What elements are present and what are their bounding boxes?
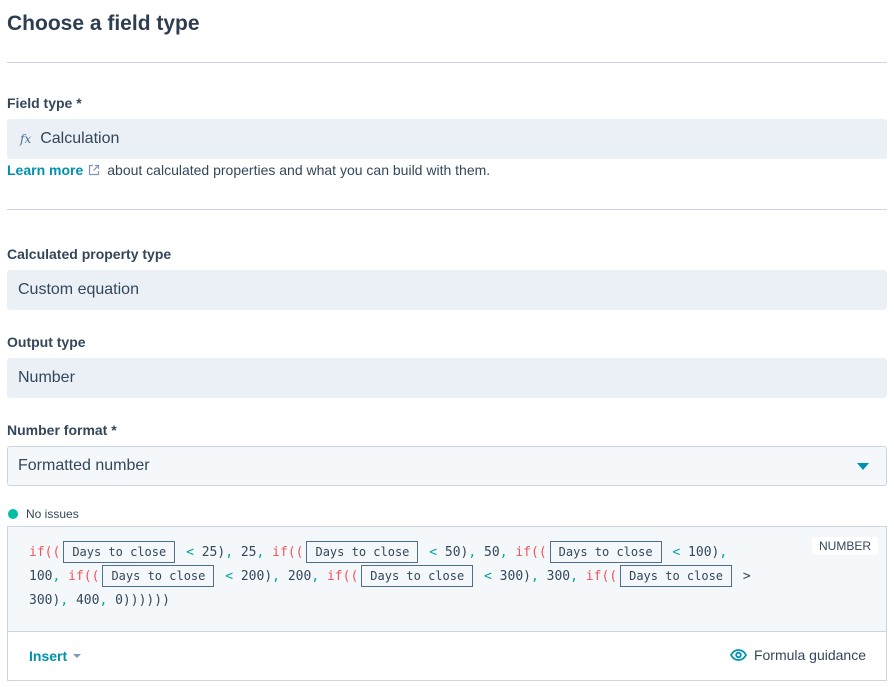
insert-label: Insert xyxy=(29,648,68,664)
formula-comma: , xyxy=(52,569,61,584)
formula-footer: Insert Formula guidance xyxy=(7,631,887,681)
property-token[interactable]: Days to close xyxy=(102,565,215,587)
fx-icon: fx xyxy=(20,132,32,146)
status-dot-icon xyxy=(8,509,18,519)
calculated-property-type-field[interactable]: Custom equation xyxy=(7,270,887,310)
formula-text: 400 xyxy=(68,593,100,608)
formula-text: 100 xyxy=(29,569,53,584)
formula-comma: , xyxy=(719,545,728,560)
formula-guidance-button[interactable]: Formula guidance xyxy=(729,647,866,663)
helper-text: about calculated properties and what you… xyxy=(107,162,491,178)
number-format-select[interactable]: Formatted number xyxy=(7,446,887,486)
formula-text: 25) xyxy=(193,545,226,560)
property-token[interactable]: Days to close xyxy=(361,565,474,587)
property-token[interactable]: Days to close xyxy=(63,541,176,563)
page-title: Choose a field type xyxy=(7,12,200,35)
divider xyxy=(7,209,887,210)
formula-comma: , xyxy=(311,569,320,584)
formula-text: 200) xyxy=(233,569,273,584)
formula-text: 200 xyxy=(280,569,312,584)
formula-text: 100) xyxy=(680,545,720,560)
property-token[interactable]: Days to close xyxy=(620,565,733,587)
output-type-value: Number xyxy=(18,369,75,386)
keyword-if: if(( xyxy=(515,545,547,560)
formula-comma: , xyxy=(60,593,69,608)
caret-down-icon xyxy=(73,654,82,658)
keyword-if: if(( xyxy=(29,545,61,560)
output-type-label: Output type xyxy=(7,334,86,350)
keyword-if: if(( xyxy=(68,569,100,584)
field-type-label: Field type * xyxy=(7,95,82,111)
formula-text: 300 xyxy=(538,569,571,584)
formula-editor[interactable]: if((Days to close < 25), 25, if((Days to… xyxy=(7,526,887,632)
formula-text: > xyxy=(742,569,751,584)
validation-status: No issues xyxy=(8,507,79,521)
field-type-value: Calculation xyxy=(40,130,120,147)
calculated-property-type-value: Custom equation xyxy=(18,281,139,298)
keyword-if: if(( xyxy=(326,569,359,584)
keyword-if: if(( xyxy=(272,545,304,560)
external-link-icon xyxy=(89,164,100,176)
formula-text: 50 xyxy=(476,545,500,560)
eye-icon xyxy=(729,649,747,661)
property-token[interactable]: Days to close xyxy=(306,541,419,563)
number-format-label: Number format * xyxy=(7,422,117,438)
field-type-helper: Learn more about calculated properties a… xyxy=(7,162,490,178)
number-format-value: Formatted number xyxy=(18,457,150,474)
formula-text: 300) xyxy=(29,593,61,608)
formula-text: 300) xyxy=(491,569,531,584)
formula-code[interactable]: if((Days to close < 25), 25, if((Days to… xyxy=(29,541,789,613)
divider xyxy=(7,62,887,63)
output-type-field[interactable]: Number xyxy=(7,358,887,398)
formula-comma: , xyxy=(256,545,265,560)
keyword-if: if(( xyxy=(585,569,618,584)
formula-guidance-label: Formula guidance xyxy=(753,647,866,663)
formula-comma: , xyxy=(499,545,508,560)
formula-text: 50) xyxy=(437,545,469,560)
formula-text: 0)))))) xyxy=(107,593,170,608)
insert-dropdown-button[interactable]: Insert xyxy=(29,648,82,664)
property-token[interactable]: Days to close xyxy=(549,541,662,563)
formula-comma: , xyxy=(570,569,578,584)
formula-comma: , xyxy=(531,569,539,584)
chevron-down-icon xyxy=(857,463,869,470)
formula-text: 25 xyxy=(233,545,257,560)
learn-more-link[interactable]: Learn more xyxy=(7,162,83,178)
formula-comma: , xyxy=(225,545,234,560)
formula-comma: , xyxy=(272,569,280,584)
status-text: No issues xyxy=(26,507,79,521)
field-type-field[interactable]: fx Calculation xyxy=(7,119,887,159)
output-type-badge: NUMBER xyxy=(811,537,878,555)
calculated-property-type-label: Calculated property type xyxy=(7,246,172,262)
